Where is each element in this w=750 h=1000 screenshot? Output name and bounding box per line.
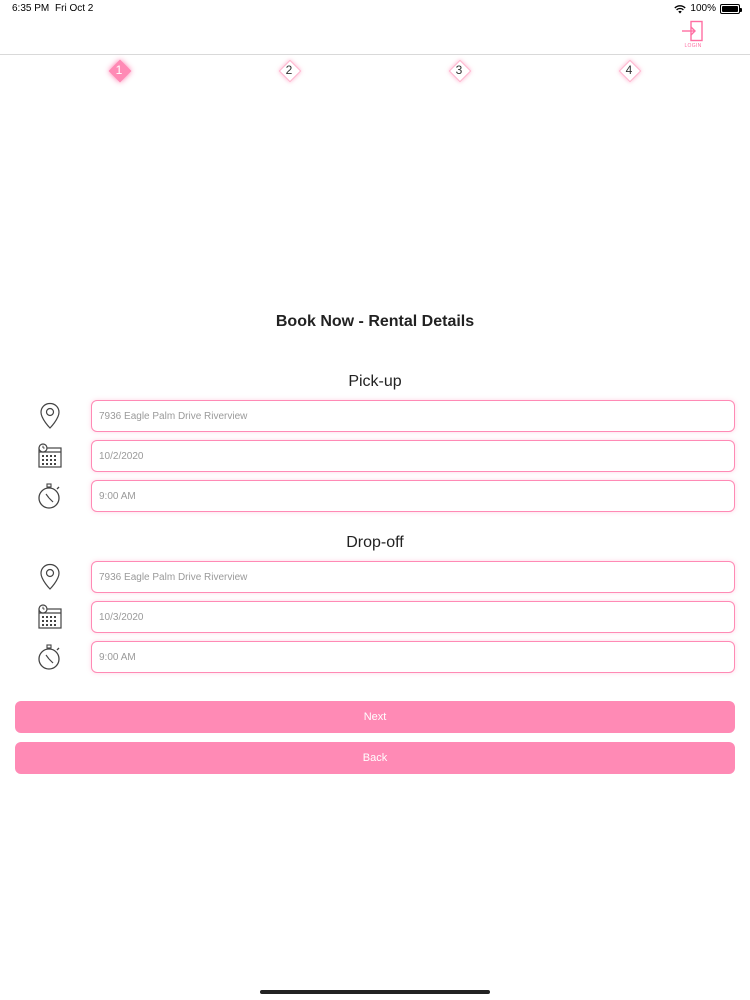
header: LOGIN	[0, 18, 750, 55]
back-button[interactable]: Back	[15, 742, 735, 774]
step-1[interactable]: 1	[109, 60, 129, 80]
step-number: 2	[285, 63, 293, 77]
pickup-location-row	[0, 400, 750, 432]
stopwatch-icon	[34, 480, 66, 512]
pickup-time-row	[0, 480, 750, 512]
page-title: Book Now - Rental Details	[275, 313, 475, 330]
pickup-heading: Pick-up	[348, 373, 402, 390]
login-label: LOGIN	[684, 43, 702, 49]
next-button[interactable]: Next	[15, 701, 735, 733]
location-pin-icon	[34, 400, 66, 432]
dropoff-time-row	[0, 641, 750, 673]
login-icon	[682, 20, 703, 42]
dropoff-location-field[interactable]	[91, 561, 735, 593]
status-bar: 6:35 PM Fri Oct 2 100%	[0, 0, 750, 18]
pickup-date-row	[0, 440, 750, 472]
battery-percent: 100%	[690, 3, 716, 14]
status-time: 6:35 PM	[12, 3, 50, 14]
status-date: Fri Oct 2	[55, 3, 94, 14]
pickup-time-field[interactable]	[91, 480, 735, 512]
wifi-icon	[674, 4, 687, 13]
dropoff-heading: Drop-off	[346, 534, 404, 551]
login-button[interactable]: LOGIN	[676, 20, 710, 54]
status-indicators: 100%	[674, 3, 742, 14]
step-indicator: 1 2 3 4	[0, 60, 750, 80]
calendar-icon	[34, 601, 66, 633]
page: 6:35 PM Fri Oct 2 100% LOGIN 1 2 3 4 Boo…	[0, 0, 750, 1000]
stopwatch-icon	[34, 641, 66, 673]
calendar-icon	[34, 440, 66, 472]
step-3[interactable]: 3	[449, 60, 469, 80]
dropoff-time-field[interactable]	[91, 641, 735, 673]
battery-icon	[720, 3, 742, 14]
dropoff-location-row	[0, 561, 750, 593]
pickup-location-field[interactable]	[91, 400, 735, 432]
dropoff-date-field[interactable]	[91, 601, 735, 633]
step-number: 3	[455, 63, 463, 77]
dropoff-date-row	[0, 601, 750, 633]
location-pin-icon	[34, 561, 66, 593]
pickup-date-field[interactable]	[91, 440, 735, 472]
step-4[interactable]: 4	[619, 60, 639, 80]
step-number: 1	[115, 63, 123, 77]
step-2[interactable]: 2	[279, 60, 299, 80]
step-number: 4	[625, 63, 633, 77]
home-indicator[interactable]	[260, 990, 490, 994]
